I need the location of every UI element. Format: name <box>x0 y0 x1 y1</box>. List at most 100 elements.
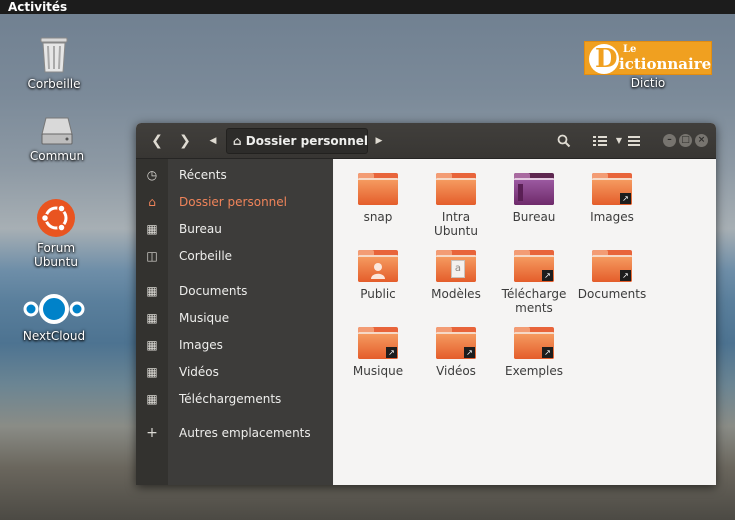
desktop-icon-trash[interactable]: Corbeille <box>14 34 94 91</box>
document-template-icon: a <box>451 260 465 278</box>
sidebar-item-label: Corbeille <box>179 249 233 263</box>
symlink-arrow-icon: ↗ <box>386 347 397 358</box>
sidebar-item-label: Documents <box>179 284 248 298</box>
folder-item-desktop[interactable]: Bureau <box>496 173 572 224</box>
file-label: Images <box>590 210 634 224</box>
trash-icon <box>40 37 68 73</box>
folder-item-pictures[interactable]: ↗ Images <box>574 173 650 224</box>
folder-icon: ↗ <box>436 327 476 359</box>
desktop-icon-label: Forum <box>36 241 76 255</box>
folder-icon: ▦ <box>146 222 158 236</box>
sidebar-item-videos[interactable]: ▦ Vidéos <box>136 360 333 384</box>
file-label: Intra <box>441 210 471 224</box>
folder-item-snap[interactable]: snap <box>340 173 416 224</box>
search-button[interactable] <box>552 129 576 153</box>
sidebar-item-label: Bureau <box>179 222 222 236</box>
desktop-icon-label: Ubuntu <box>34 255 78 269</box>
triangle-left-icon: ◀ <box>209 136 217 146</box>
symlink-arrow-icon: ↗ <box>620 193 631 204</box>
sidebar: ◷ Récents ⌂ Dossier personnel ▦ Bureau ◫… <box>136 159 333 485</box>
sidebar-item-recents[interactable]: ◷ Récents <box>136 163 333 187</box>
triangle-right-icon: ▶ <box>375 136 383 146</box>
folder-icon <box>436 173 476 205</box>
file-label: Documents <box>577 287 647 301</box>
sidebar-item-home[interactable]: ⌂ Dossier personnel <box>136 190 333 214</box>
desktop-icon-label: Dictio <box>630 76 666 90</box>
path-bar-home[interactable]: ⌂ Dossier personnel <box>226 128 368 154</box>
folder-icon: ▦ <box>146 392 158 406</box>
file-label: Modèles <box>431 287 481 301</box>
person-icon <box>371 263 385 279</box>
maximize-icon: □ <box>681 135 690 145</box>
desktop-icon-label: NextCloud <box>22 329 86 343</box>
plus-icon: + <box>146 425 158 441</box>
sidebar-item-label: Musique <box>179 311 230 325</box>
maximize-button[interactable]: □ <box>679 134 692 147</box>
folder-item-downloads[interactable]: ↗ Télécharge ments <box>496 250 572 315</box>
desktop-icon-label: Commun <box>29 149 85 163</box>
hamburger-menu-icon <box>628 136 640 146</box>
desktop-icon-drive[interactable]: Commun <box>17 116 97 163</box>
chevron-right-icon: ❯ <box>179 133 191 149</box>
file-label: Télécharge <box>501 287 567 301</box>
path-scroll-right-button[interactable]: ▶ <box>372 129 386 153</box>
minimize-icon: – <box>667 135 672 145</box>
hard-drive-icon <box>41 117 73 145</box>
view-list-button[interactable] <box>588 129 612 153</box>
dictio-logo-letter: D <box>595 44 618 74</box>
folder-item-videos[interactable]: ↗ Vidéos <box>418 327 494 378</box>
folder-item-documents[interactable]: ↗ Documents <box>574 250 650 301</box>
folder-icon: ↗ <box>358 327 398 359</box>
file-label: Musique <box>352 364 404 378</box>
folder-icon: ▦ <box>146 311 158 325</box>
chevron-left-icon: ❮ <box>151 133 163 149</box>
file-label: Public <box>360 287 396 301</box>
folder-item-intra-ubuntu[interactable]: Intra Ubuntu <box>418 173 494 238</box>
sidebar-item-documents[interactable]: ▦ Documents <box>136 279 333 303</box>
top-bar: Activités <box>0 0 735 14</box>
close-icon: × <box>697 135 706 145</box>
back-button[interactable]: ❮ <box>144 129 170 153</box>
list-view-icon <box>593 136 607 146</box>
sidebar-item-desktop[interactable]: ▦ Bureau <box>136 217 333 241</box>
sidebar-item-music[interactable]: ▦ Musique <box>136 306 333 330</box>
menu-button[interactable] <box>622 129 646 153</box>
sidebar-item-pictures[interactable]: ▦ Images <box>136 333 333 357</box>
folder-icon: ▦ <box>146 365 158 379</box>
sidebar-item-label: Téléchargements <box>179 392 282 406</box>
folder-item-examples[interactable]: ↗ Exemples <box>496 327 572 378</box>
folder-icon: ↗ <box>514 327 554 359</box>
folder-icon: ↗ <box>514 250 554 282</box>
dictio-logo[interactable]: D Le ictionnaire <box>584 41 712 75</box>
folder-icon: ↗ <box>592 173 632 205</box>
sidebar-item-label: Récents <box>179 168 227 182</box>
path-label: Dossier personnel <box>245 134 368 148</box>
desktop-icon-dictio-label: Dictio <box>608 76 688 90</box>
sidebar-item-label: Dossier personnel <box>179 195 288 209</box>
header-bar: ❮ ❯ ◀ ⌂ Dossier personnel ▶ ▼ – □ × <box>136 123 716 159</box>
symlink-arrow-icon: ↗ <box>542 270 553 281</box>
sidebar-item-downloads[interactable]: ▦ Téléchargements <box>136 387 333 411</box>
folder-icon <box>358 173 398 205</box>
activities-button[interactable]: Activités <box>8 0 67 14</box>
path-scroll-left-button[interactable]: ◀ <box>206 129 220 153</box>
desktop-icon-nextcloud[interactable]: NextCloud <box>14 292 94 343</box>
home-icon: ⌂ <box>233 134 242 148</box>
minimize-button[interactable]: – <box>663 134 676 147</box>
desktop-folder-icon <box>514 173 554 205</box>
nextcloud-logo-icon <box>23 294 85 324</box>
file-label: ments <box>515 301 553 315</box>
folder-item-music[interactable]: ↗ Musique <box>340 327 416 378</box>
close-button[interactable]: × <box>695 134 708 147</box>
folder-item-templates[interactable]: a Modèles <box>418 250 494 301</box>
forward-button[interactable]: ❯ <box>172 129 198 153</box>
folder-item-public[interactable]: Public <box>340 250 416 301</box>
sidebar-item-trash[interactable]: ◫ Corbeille <box>136 244 333 268</box>
clock-icon: ◷ <box>146 168 158 182</box>
desktop-icon-forum-ubuntu[interactable]: Forum Ubuntu <box>16 198 96 269</box>
sidebar-item-other-locations[interactable]: + Autres emplacements <box>136 421 333 445</box>
file-grid: snap Intra Ubuntu Bureau ↗ Images Public… <box>334 159 716 485</box>
file-label: snap <box>363 210 393 224</box>
desktop-icon-label: Corbeille <box>27 77 81 91</box>
file-label: Ubuntu <box>434 224 478 238</box>
